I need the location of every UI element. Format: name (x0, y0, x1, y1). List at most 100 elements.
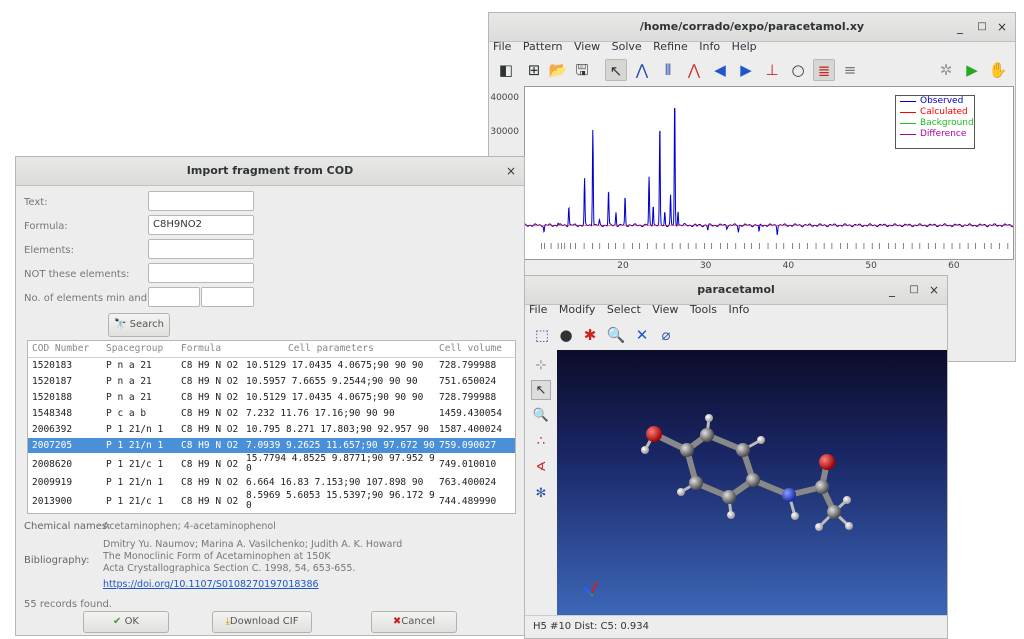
magnify-icon[interactable]: 🔍 (531, 406, 551, 426)
column-spacegroup[interactable]: Spacegroup (106, 343, 163, 354)
carbon-atom[interactable] (689, 476, 703, 490)
arrow-left-icon[interactable]: ◀ (709, 59, 731, 81)
marker-icon[interactable]: ⊥ (761, 59, 783, 81)
oxygen-atom[interactable] (646, 426, 662, 442)
table-row[interactable]: 2007205 P 1 21/n 1 C8 H9 N O2 7.0939 9.2625… (28, 438, 515, 453)
ok-button-label: OK (124, 616, 139, 627)
table-row[interactable]: 2006392 P 1 21/n 1 C8 H9 N O2 10.795 8.271 … (28, 422, 515, 437)
carbon-atom[interactable] (736, 443, 750, 457)
elements-input[interactable] (148, 239, 254, 259)
crosshair-icon[interactable]: ⊹ (531, 356, 551, 376)
results-table[interactable]: COD Number Spacegroup Formula Cell param… (27, 340, 516, 514)
carbon-atom[interactable] (700, 428, 714, 442)
cell-volume: 759.090027 (439, 440, 497, 451)
open-icon[interactable]: 📂 (547, 59, 569, 81)
hydrogen-atom[interactable] (757, 436, 765, 444)
atom-icon[interactable]: ● (555, 324, 577, 346)
carbon-atom[interactable] (722, 490, 736, 504)
records-count: 55 records found. (24, 599, 113, 610)
menu-help[interactable]: Help (732, 40, 757, 53)
carbon-atom[interactable] (746, 473, 760, 487)
angle-icon[interactable]: ∢ (531, 458, 551, 478)
mol-menu-modify[interactable]: Modify (559, 303, 595, 316)
molecule-viewport[interactable] (557, 350, 947, 616)
not-elements-input[interactable] (148, 263, 254, 283)
column-cell-parameters[interactable]: Cell parameters (288, 343, 374, 354)
hydrogen-atom[interactable] (727, 511, 735, 519)
menu-refine[interactable]: Refine (653, 40, 688, 53)
save-icon[interactable]: 🖫 (571, 59, 593, 81)
hydrogen-atom[interactable] (677, 488, 685, 496)
star-icon[interactable]: ✲ (935, 59, 957, 81)
search-button[interactable]: 🔭 Search (108, 313, 170, 337)
molecule-icon[interactable]: ✱ (579, 324, 601, 346)
table-row[interactable]: 1520188 P n a 21 C8 H9 N O2 10.5129 17.0435… (28, 390, 515, 405)
bars-icon[interactable]: ⫴ (657, 59, 679, 81)
menu-view[interactable]: View (574, 40, 600, 53)
dialog-close-button[interactable]: × (500, 157, 522, 185)
menu-info[interactable]: Info (699, 40, 720, 53)
table-row[interactable]: 1520187 P n a 21 C8 H9 N O2 10.5957 7.6655 … (28, 374, 515, 389)
cancel-button[interactable]: ✖Cancel (371, 611, 457, 633)
exit-icon[interactable]: ◧ (495, 59, 517, 81)
play-icon[interactable]: ▶ (961, 59, 983, 81)
mol-menu-view[interactable]: View (652, 303, 678, 316)
download-cif-button[interactable]: ⤓Download CIF (212, 611, 312, 633)
carbon-atom[interactable] (827, 505, 841, 519)
list-icon[interactable]: ≣ (813, 59, 835, 81)
zoom-icon[interactable]: 🔍 (605, 324, 627, 346)
hydrogen-atom[interactable] (843, 496, 851, 504)
mol-menu-tools[interactable]: Tools (690, 303, 717, 316)
carbon-atom[interactable] (815, 480, 829, 494)
hydrogen-atom[interactable] (845, 522, 853, 530)
molecule-status-bar: H5 #10 Dist: C5: 0.934 (525, 615, 947, 638)
pointer-icon[interactable]: ↖ (605, 59, 627, 81)
mol-menu-select[interactable]: Select (607, 303, 641, 316)
hydrogen-atom[interactable] (815, 523, 823, 531)
doi-link[interactable]: https://doi.org/10.1107/S010827019701838… (103, 579, 319, 591)
cell-parameters: 10.5129 17.0435 4.0675;90 90 90 (246, 360, 424, 371)
oxygen-atom[interactable] (819, 454, 835, 470)
elements-min-input[interactable] (148, 287, 200, 307)
box-icon[interactable]: ⬚ (531, 324, 553, 346)
pointer-tool-icon[interactable]: ↖ (531, 380, 551, 400)
peak-icon[interactable]: ⋀ (631, 59, 653, 81)
torsion-icon[interactable]: ✻ (531, 484, 551, 504)
cross-icon[interactable]: ✕ (631, 324, 653, 346)
distance-icon[interactable]: ∴ (531, 432, 551, 452)
diffraction-plot[interactable]: Observed Calculated Background Differenc… (524, 86, 1014, 260)
nitrogen-atom[interactable] (782, 488, 796, 502)
hand-icon[interactable]: ✋ (987, 59, 1009, 81)
menu-file[interactable]: File (493, 40, 511, 53)
mol-menu-file[interactable]: File (529, 303, 547, 316)
column-cod[interactable]: COD Number (32, 343, 89, 354)
hydrogen-atom[interactable] (641, 446, 649, 454)
table-row[interactable]: 2008620 P 1 21/c 1 C8 H9 N O2 15.7794 4.852… (28, 454, 515, 474)
column-formula[interactable]: Formula (181, 343, 221, 354)
carbon-atom[interactable] (680, 443, 694, 457)
list2-icon[interactable]: ≡ (839, 59, 861, 81)
column-cell-volume[interactable]: Cell volume (439, 343, 502, 354)
new-icon[interactable]: ⊞ (523, 59, 545, 81)
table-row[interactable]: 2013900 P 1 21/c 1 C8 H9 N O2 8.5969 5.6053… (28, 491, 515, 511)
ok-button[interactable]: ✔ OK (83, 611, 169, 633)
formula-input[interactable]: C8H9NO2 (148, 215, 254, 235)
table-row[interactable]: 2014777P b c aC8 H9 N O27.3585 16.3378 2… (28, 512, 515, 513)
cell-cod: 1520187 (32, 376, 73, 387)
circle-icon[interactable]: ○ (787, 59, 809, 81)
table-row[interactable]: 1548348 P c a b C8 H9 N O2 7.232 11.76 17.1… (28, 406, 515, 421)
menu-pattern[interactable]: Pattern (523, 40, 563, 53)
search-button-label: Search (129, 319, 164, 330)
cell-cod: 1520183 (32, 360, 73, 371)
text-input[interactable] (148, 191, 254, 211)
hydrogen-atom[interactable] (791, 512, 799, 520)
mol-menu-info[interactable]: Info (729, 303, 750, 316)
eraser-icon[interactable]: ⌀ (655, 324, 677, 346)
fit-icon[interactable]: ⋀ (683, 59, 705, 81)
arrow-right-icon[interactable]: ▶ (735, 59, 757, 81)
table-row[interactable]: 2009919 P 1 21/n 1 C8 H9 N O2 6.664 16.83 7… (28, 475, 515, 490)
menu-solve[interactable]: Solve (612, 40, 642, 53)
hydrogen-atom[interactable] (705, 414, 713, 422)
elements-max-input[interactable] (201, 287, 254, 307)
table-row[interactable]: 1520183 P n a 21 C8 H9 N O2 10.5129 17.0435… (28, 358, 515, 373)
